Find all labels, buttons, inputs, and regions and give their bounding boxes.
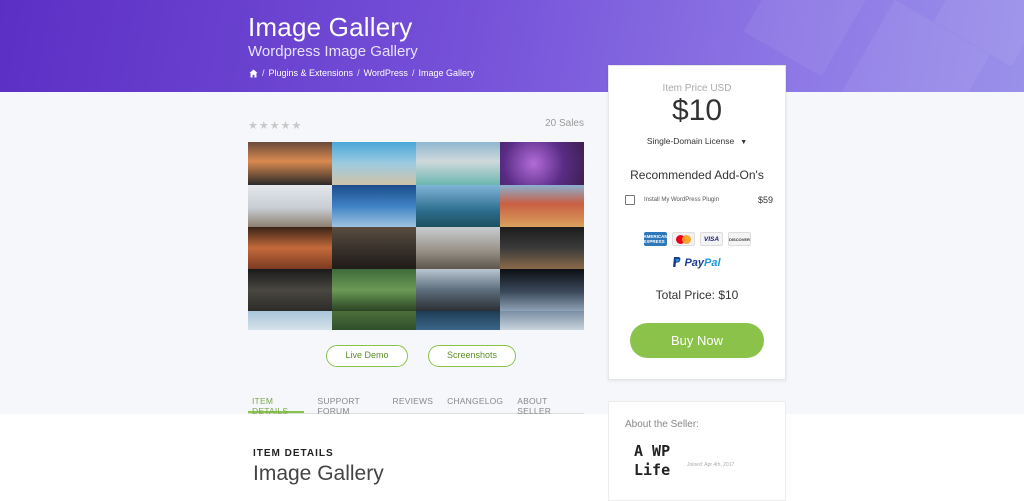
gallery-image [416,311,500,330]
paypal-logo: PayPal [609,257,785,269]
sales-count: 20 Sales [545,118,584,129]
gallery-image [332,227,416,269]
gallery-image [500,269,584,311]
gallery-image [332,185,416,227]
chevron-down-icon: ▼ [740,139,748,146]
gallery-image [332,311,416,330]
addon-price: $59 [757,195,773,205]
seller-joined-date: Joined: Apr 4th, 2017 [687,462,735,468]
live-demo-button[interactable]: Live Demo [326,345,408,367]
addon-row: Install My WordPress Plugin $59 [625,195,773,207]
tab-support-forum[interactable]: SUPPORT FORUM [318,392,379,416]
item-price: $10 [671,94,723,127]
page-subtitle: Wordpress Image Gallery [248,43,418,60]
addons-heading: Recommended Add-On's [630,168,764,182]
amex-icon: AMERICAN EXPRESS [643,232,668,246]
home-icon[interactable] [249,68,258,78]
gallery-image [500,227,584,269]
tab-reviews[interactable]: REVIEWS [393,392,434,413]
gallery-image [248,227,332,269]
breadcrumb-current: Image Gallery [418,68,475,78]
preview-gallery[interactable] [248,142,584,330]
content-background [0,414,1024,501]
paypal-icon [673,257,681,267]
gallery-image [248,185,332,227]
seller-logo[interactable]: A WP Life [634,442,670,480]
visa-icon: VISA [700,232,723,246]
total-price: Total Price: $10 [655,288,739,302]
mastercard-icon [672,232,695,246]
page-title: Image Gallery [248,12,413,42]
gallery-image [332,142,416,185]
tab-item-details[interactable]: ITEM DETAILS [248,392,304,416]
screenshots-button[interactable]: Screenshots [428,345,516,367]
seller-logo-line: A WP [634,442,671,460]
product-tabs: ITEM DETAILS SUPPORT FORUM REVIEWS CHANG… [248,392,584,416]
gallery-image [500,185,584,227]
paypal-text-pal: Pal [704,257,721,269]
gallery-image [500,311,584,330]
seller-heading: About the Seller: [625,419,699,430]
gallery-image [248,269,332,311]
section-label: ITEM DETAILS [253,448,334,459]
rating-stars: ★★★★★ [248,120,303,132]
paypal-text-pay: Pay [684,257,705,269]
gallery-image [248,142,332,185]
section-title: Image Gallery [253,462,384,485]
gallery-image [416,227,500,269]
breadcrumb-separator: / [262,68,265,78]
seller-card: About the Seller: A WP Life Joined: Apr … [608,401,786,501]
addon-checkbox[interactable] [625,195,635,205]
tab-about-seller[interactable]: ABOUT SELLER [517,392,570,416]
breadcrumb: / Plugins & Extensions / WordPress / Ima… [249,68,474,78]
payment-methods: AMERICAN EXPRESS VISA DISCOVER [643,232,751,246]
seller-logo-line: Life [634,461,671,479]
breadcrumb-separator: / [411,68,415,78]
license-select[interactable]: Single-Domain License ▼ [609,136,785,146]
hero-banner: Image Gallery Wordpress Image Gallery / … [0,0,1024,92]
tab-changelog[interactable]: CHANGELOG [447,392,503,413]
price-label: Item Price USD [662,83,732,94]
breadcrumb-link-plugins[interactable]: Plugins & Extensions [269,68,354,78]
gallery-image [332,269,416,311]
discover-icon: DISCOVER [728,232,751,246]
gallery-image [500,142,584,185]
gallery-image [416,269,500,311]
buy-now-button[interactable]: Buy Now [630,323,764,358]
gallery-image [416,142,500,185]
addon-name: Install My WordPress Plugin [644,197,719,203]
breadcrumb-link-wordpress[interactable]: WordPress [364,68,408,78]
gallery-image [248,311,332,330]
purchase-card: Item Price USD $10 Single-Domain License… [608,65,786,380]
license-selected-value: Single-Domain License [646,136,735,146]
gallery-image [416,185,500,227]
breadcrumb-separator: / [357,68,360,78]
